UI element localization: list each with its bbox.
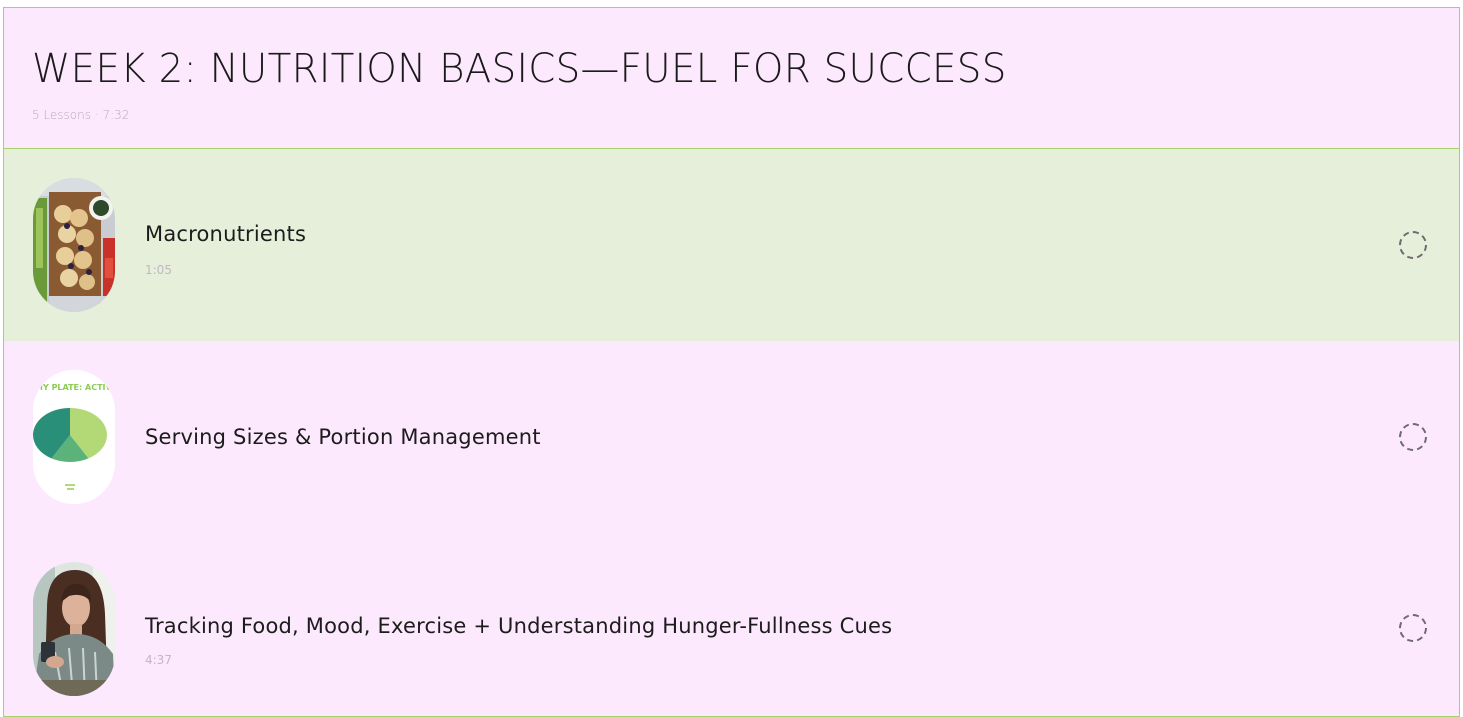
healthy-plate-chart-thumbnail: HY PLATE: ACTIV	[33, 370, 115, 504]
food-board-thumbnail	[33, 178, 115, 312]
lesson-row-tracking-food[interactable]: Tracking Food, Mood, Exercise + Understa…	[4, 532, 1459, 716]
incomplete-status-icon[interactable]	[1399, 614, 1427, 642]
lesson-row-macronutrients[interactable]: Macronutrients 1:05	[4, 149, 1459, 341]
incomplete-status-icon[interactable]	[1399, 423, 1427, 451]
plate-chart-caption: HY PLATE: ACTIV	[36, 383, 112, 392]
lesson-title[interactable]: Macronutrients	[145, 222, 306, 246]
lesson-duration: 1:05	[145, 263, 172, 277]
module-title: WEEK 2: NUTRITION BASICS—FUEL FOR SUCCES…	[32, 46, 1007, 92]
woman-with-phone-thumbnail	[33, 562, 115, 696]
module-meta: 5 Lessons · 7:32	[32, 108, 130, 122]
module-header: WEEK 2: NUTRITION BASICS—FUEL FOR SUCCES…	[4, 8, 1459, 149]
lesson-row-serving-sizes[interactable]: HY PLATE: ACTIV Serving Sizes & Portion …	[4, 341, 1459, 532]
course-module: WEEK 2: NUTRITION BASICS—FUEL FOR SUCCES…	[3, 7, 1460, 717]
lesson-title[interactable]: Tracking Food, Mood, Exercise + Understa…	[145, 614, 892, 638]
lesson-duration: 4:37	[145, 653, 172, 667]
incomplete-status-icon[interactable]	[1399, 231, 1427, 259]
lesson-title[interactable]: Serving Sizes & Portion Management	[145, 425, 541, 449]
